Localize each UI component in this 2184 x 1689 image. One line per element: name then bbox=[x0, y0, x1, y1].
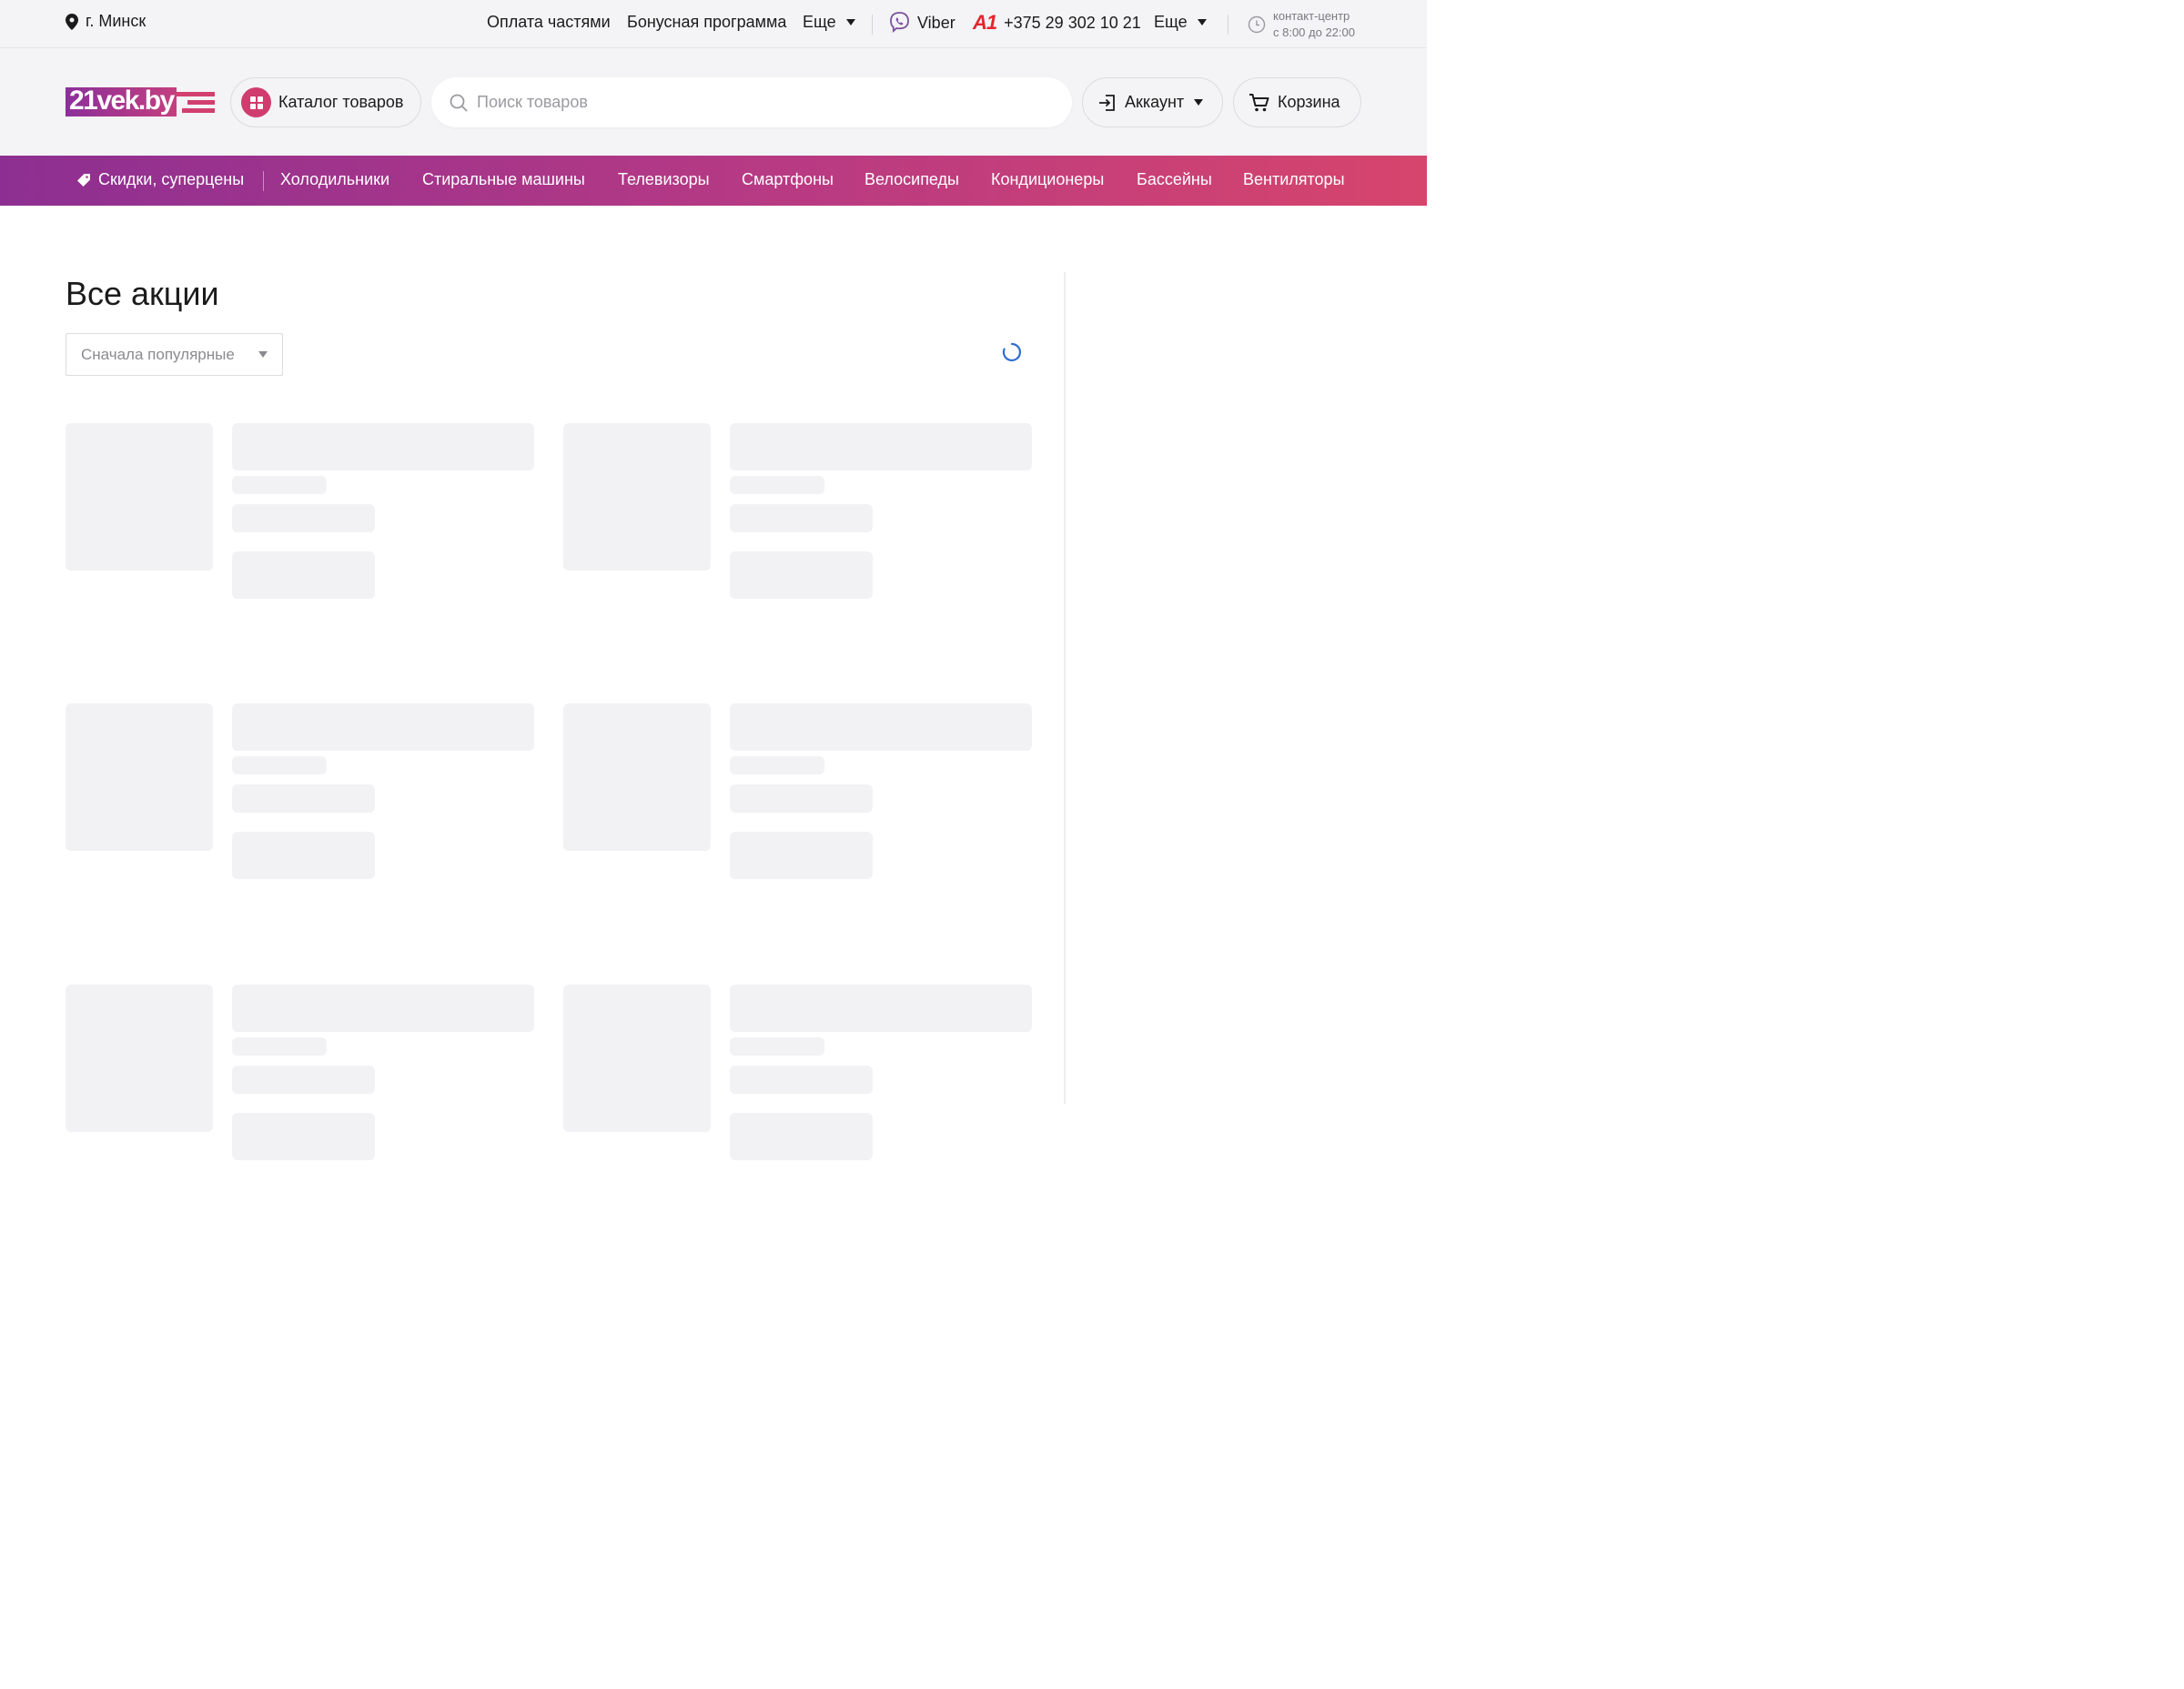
account-label: Аккаунт bbox=[1125, 93, 1185, 111]
search-icon bbox=[450, 94, 468, 111]
chevron-down-icon bbox=[1197, 19, 1207, 25]
skeleton-line bbox=[730, 504, 873, 532]
hours-time: с 8:00 до 22:00 bbox=[1273, 25, 1355, 39]
viber-icon bbox=[890, 12, 909, 33]
hours-title: контакт-центр bbox=[1273, 9, 1350, 23]
logo-stripes bbox=[177, 92, 215, 116]
chevron-down-icon bbox=[845, 19, 855, 25]
category-nav: Скидки, суперцены Холодильники Стиральны… bbox=[0, 156, 1427, 206]
city-selector[interactable]: г. Минск bbox=[66, 12, 146, 31]
chevron-down-icon bbox=[258, 351, 268, 358]
viber-contact[interactable]: Viber bbox=[888, 11, 956, 35]
skeleton-line bbox=[232, 504, 375, 532]
chevron-down-icon bbox=[1194, 99, 1204, 106]
operator-label: A1 bbox=[973, 11, 997, 34]
sort-selected-value: Сначала популярные bbox=[81, 345, 235, 363]
account-button[interactable]: Аккаунт bbox=[1082, 77, 1223, 127]
skeleton-button bbox=[232, 832, 375, 879]
nav-item-air-conditioners[interactable]: Кондиционеры bbox=[991, 170, 1104, 189]
sort-dropdown[interactable]: Сначала популярные bbox=[66, 333, 283, 376]
skeleton-tag bbox=[730, 1037, 824, 1056]
installment-link[interactable]: Оплата частями bbox=[487, 13, 611, 32]
main-header: 21vek.by Каталог товаров Аккаунт bbox=[0, 48, 1427, 156]
catalog-label: Каталог товаров bbox=[278, 93, 404, 111]
skeleton-image bbox=[66, 423, 213, 571]
skeleton-title bbox=[232, 985, 534, 1032]
nav-item-washing-machines[interactable]: Стиральные машины bbox=[422, 170, 585, 189]
more-menu-button[interactable]: Еще bbox=[803, 13, 855, 32]
a1-operator-icon: A1 bbox=[973, 11, 997, 35]
city-label: г. Минск bbox=[86, 12, 147, 30]
skeleton-line bbox=[730, 1066, 873, 1094]
location-pin-icon bbox=[66, 13, 78, 30]
skeleton-tag bbox=[232, 756, 327, 774]
nav-item-discounts[interactable]: Скидки, суперцены bbox=[76, 170, 244, 189]
viber-label: Viber bbox=[917, 13, 956, 32]
cart-icon bbox=[1249, 93, 1269, 111]
skeleton-tag bbox=[730, 756, 824, 774]
more-menu-label: Еще bbox=[803, 13, 836, 31]
skeleton-title bbox=[232, 423, 534, 470]
catalog-button[interactable]: Каталог товаров bbox=[230, 77, 421, 127]
page-title: Все акции bbox=[66, 275, 219, 312]
nav-item-tvs[interactable]: Телевизоры bbox=[618, 170, 710, 189]
skeleton-title bbox=[730, 703, 1032, 751]
skeleton-tag bbox=[232, 476, 327, 494]
nav-item-smartphones[interactable]: Смартфоны bbox=[742, 170, 834, 189]
skeleton-title bbox=[730, 985, 1032, 1032]
skeleton-image bbox=[563, 985, 711, 1132]
nav-item-bicycles[interactable]: Велосипеды bbox=[864, 170, 959, 189]
skeleton-line bbox=[232, 1066, 375, 1094]
logo-box: 21vek.by bbox=[66, 86, 177, 116]
search-input[interactable] bbox=[477, 93, 1023, 112]
loading-spinner-icon bbox=[1002, 342, 1022, 362]
sidebar-divider bbox=[1064, 272, 1066, 1104]
cart-button[interactable]: Корзина bbox=[1233, 77, 1361, 127]
skeleton-image bbox=[66, 703, 213, 851]
skeleton-tag bbox=[730, 476, 824, 494]
skeleton-tag bbox=[232, 1037, 327, 1056]
tag-icon bbox=[77, 173, 90, 187]
grid-icon bbox=[241, 87, 271, 117]
skeleton-title bbox=[730, 423, 1032, 470]
nav-item-label: Скидки, суперцены bbox=[98, 170, 245, 188]
search-bar bbox=[431, 77, 1072, 127]
skeleton-button bbox=[730, 551, 873, 599]
skeleton-button bbox=[232, 551, 375, 599]
skeleton-button bbox=[730, 832, 873, 879]
bonus-program-link[interactable]: Бонусная программа bbox=[627, 13, 786, 32]
skeleton-line bbox=[232, 784, 375, 813]
contact-center-hours: контакт-центр с 8:00 до 22:00 bbox=[1273, 8, 1355, 41]
cart-label: Корзина bbox=[1278, 93, 1340, 111]
top-utility-bar: г. Минск Оплата частями Бонусная програм… bbox=[0, 0, 1427, 48]
logo-text: 21vek.by bbox=[69, 86, 175, 116]
skeleton-line bbox=[730, 784, 873, 813]
more-contacts-button[interactable]: Еще bbox=[1154, 13, 1207, 32]
phone-number: +375 29 302 10 21 bbox=[1004, 13, 1141, 32]
nav-item-fans[interactable]: Вентиляторы bbox=[1243, 170, 1345, 189]
skeleton-button bbox=[730, 1113, 873, 1160]
divider bbox=[263, 171, 264, 191]
clock-icon bbox=[1248, 15, 1266, 34]
nav-item-refrigerators[interactable]: Холодильники bbox=[280, 170, 389, 189]
login-icon bbox=[1099, 94, 1115, 111]
divider bbox=[872, 15, 873, 35]
more-contacts-label: Еще bbox=[1154, 13, 1188, 31]
skeleton-image bbox=[563, 423, 711, 571]
site-logo[interactable]: 21vek.by bbox=[66, 86, 217, 118]
skeleton-image bbox=[563, 703, 711, 851]
skeleton-image bbox=[66, 985, 213, 1132]
skeleton-button bbox=[232, 1113, 375, 1160]
nav-item-pools[interactable]: Бассейны bbox=[1137, 170, 1212, 189]
phone-contact[interactable]: A1 +375 29 302 10 21 bbox=[973, 11, 1141, 35]
skeleton-title bbox=[232, 703, 534, 751]
